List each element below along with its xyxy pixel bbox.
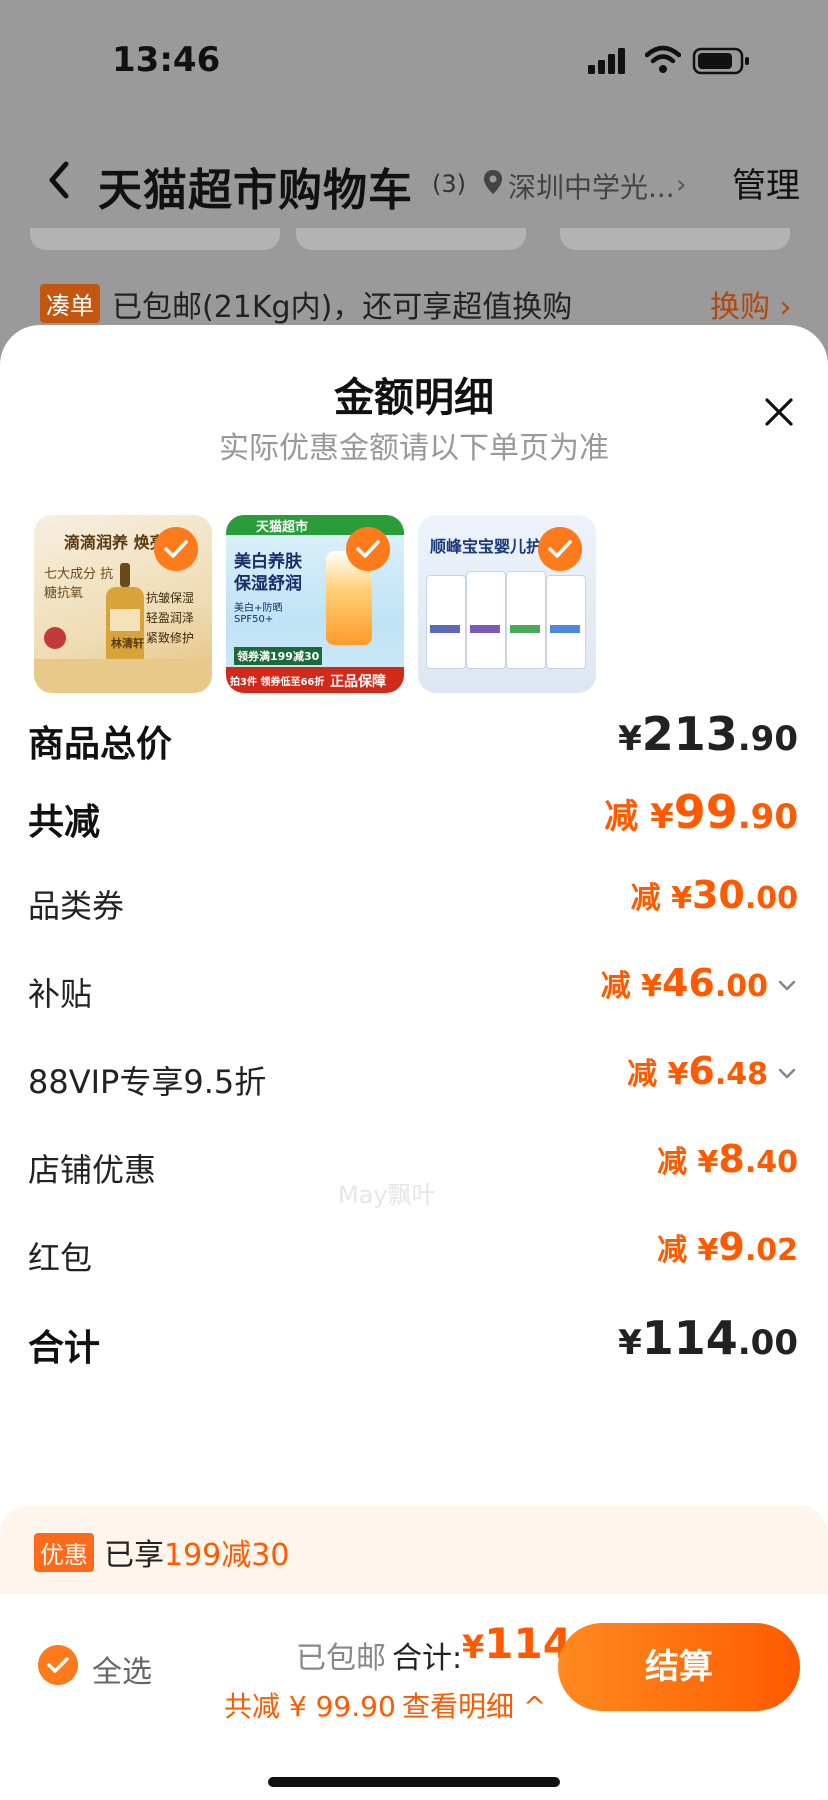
row-amount: ¥213.90 — [618, 707, 798, 761]
row-subsidy[interactable]: 补贴 减 ¥46.00 — [0, 949, 828, 1029]
battery-icon — [692, 47, 749, 75]
product-banner: 正品保障 — [330, 674, 386, 690]
row-label: 红包 — [28, 1239, 93, 1277]
product-extra: 美白+防晒 SPF50+ — [234, 603, 283, 625]
row-label: 店铺优惠 — [28, 1151, 157, 1189]
manage-button[interactable]: 管理 — [732, 158, 800, 207]
row-amount: 减 ¥46.00 — [600, 961, 768, 1005]
row-grand-total: 合计 ¥114.00 — [0, 1299, 828, 1379]
page-title: 天猫超市购物车 — [98, 165, 413, 216]
product-thumbnail[interactable]: 天猫超市 美白养肤 保湿舒润 美白+防晒 SPF50+ 领券满199减30 拍3… — [226, 515, 404, 693]
product-note: 拍3件 领券低至66折 — [230, 677, 325, 688]
location-pin-icon — [484, 170, 502, 194]
checkout-button[interactable]: 结算 — [558, 1623, 800, 1711]
cellular-signal-icon — [588, 48, 625, 74]
promo-text: 已包邮(21Kg内)，还可享超值换购 — [112, 290, 573, 325]
status-bar: 13:46 — [0, 0, 828, 120]
product-label: 天猫超市 — [256, 520, 309, 535]
discount-value: 199减30 — [164, 1538, 290, 1573]
row-amount: 减 ¥8.40 — [657, 1137, 798, 1181]
row-label: 补贴 — [28, 975, 93, 1013]
promo-strip: 凑单 已包邮(21Kg内)，还可享超值换购 换购 › — [0, 270, 828, 326]
exchange-link[interactable]: 换购 › — [710, 282, 792, 326]
back-chevron-icon[interactable] — [44, 160, 74, 200]
row-category-coupon: 品类券 减 ¥30.00 — [0, 861, 828, 941]
watermark: May飘叶 — [338, 1181, 436, 1209]
product-brand: 林清轩 — [111, 637, 144, 650]
discount-band: 优惠 已享 199减30 — [0, 1505, 828, 1595]
row-amount: 减 ¥99.90 — [604, 785, 798, 839]
view-detail-link[interactable]: 查看明细 ^ — [402, 1685, 546, 1725]
expand-chevron-icon[interactable] — [776, 975, 798, 997]
wifi-icon — [645, 45, 681, 73]
row-label: 共减 — [28, 802, 101, 843]
row-label: 品类券 — [28, 887, 125, 925]
row-amount: 减 ¥30.00 — [630, 873, 798, 917]
row-amount: 减 ¥9.02 — [657, 1225, 798, 1269]
cart-item-strip — [0, 228, 828, 250]
selected-check-icon — [154, 527, 198, 571]
product-thumbnails: 滴滴润养 焕亮 七大成分 抗糖抗氧 林清轩 抗皱保湿 轻盈润泽 紧致修护 天猫超… — [34, 515, 634, 695]
row-subtotal: 商品总价 ¥213.90 — [0, 695, 828, 775]
select-all-label[interactable]: 全选 — [92, 1647, 152, 1691]
delivery-location[interactable]: 深圳中学光... — [508, 166, 675, 206]
discount-text: 已享 — [104, 1538, 164, 1573]
expand-chevron-icon[interactable] — [776, 1063, 798, 1085]
close-icon[interactable] — [764, 397, 794, 427]
row-label: 合计 — [28, 1328, 101, 1369]
location-chevron-icon: › — [676, 170, 687, 200]
product-bullet: 抗皱保湿 — [146, 591, 195, 605]
cart-count: (3) — [432, 170, 466, 198]
serum-bottle-icon — [106, 563, 144, 667]
row-total-discount: 共减 减 ¥99.90 — [0, 773, 828, 853]
row-label: 88VIP专享9.5折 — [28, 1063, 267, 1101]
home-indicator — [268, 1777, 560, 1787]
checkout-bar: 全选 已包邮 合计: ¥114 共减 ¥ 99.90 查看明细 ^ 结算 — [0, 1595, 828, 1800]
row-amount: 减 ¥6.48 — [627, 1049, 768, 1093]
row-amount: ¥114.00 — [618, 1311, 798, 1365]
row-88vip-discount[interactable]: 88VIP专享9.5折 减 ¥6.48 — [0, 1037, 828, 1117]
status-time: 13:46 — [112, 40, 221, 80]
promo-tag: 凑单 — [40, 284, 100, 323]
product-sublabel: 美白养肤 保湿舒润 — [234, 552, 302, 594]
product-bullet: 轻盈润泽 — [146, 611, 195, 625]
row-label: 商品总价 — [28, 724, 173, 765]
saved-amount: 共减 ¥ 99.90 — [224, 1690, 396, 1723]
product-label: 滴滴润养 焕亮 — [64, 533, 166, 552]
select-all-checkbox[interactable] — [38, 1645, 78, 1685]
sheet-subtitle: 实际优惠金额请以下单页为准 — [219, 431, 609, 466]
selected-check-icon — [346, 527, 390, 571]
total-amount: ¥114 — [462, 1619, 572, 1668]
row-red-packet: 红包 减 ¥9.02 — [0, 1213, 828, 1293]
sheet-title: 金额明细 — [334, 375, 494, 421]
discount-tag: 优惠 — [34, 1533, 94, 1572]
cart-navbar: 天猫超市购物车 (3) 深圳中学光... › 管理 — [0, 140, 828, 220]
product-coupon: 领券满199减30 — [234, 647, 323, 665]
selected-check-icon — [538, 527, 582, 571]
product-bullet: 紧致修护 — [146, 631, 195, 645]
free-shipping-text: 已包邮 — [296, 1641, 386, 1676]
total-label: 合计: — [392, 1641, 463, 1676]
product-thumbnail[interactable]: 顺峰宝宝婴儿护肤 — [418, 515, 596, 693]
product-thumbnail[interactable]: 滴滴润养 焕亮 七大成分 抗糖抗氧 林清轩 抗皱保湿 轻盈润泽 紧致修护 — [34, 515, 212, 693]
